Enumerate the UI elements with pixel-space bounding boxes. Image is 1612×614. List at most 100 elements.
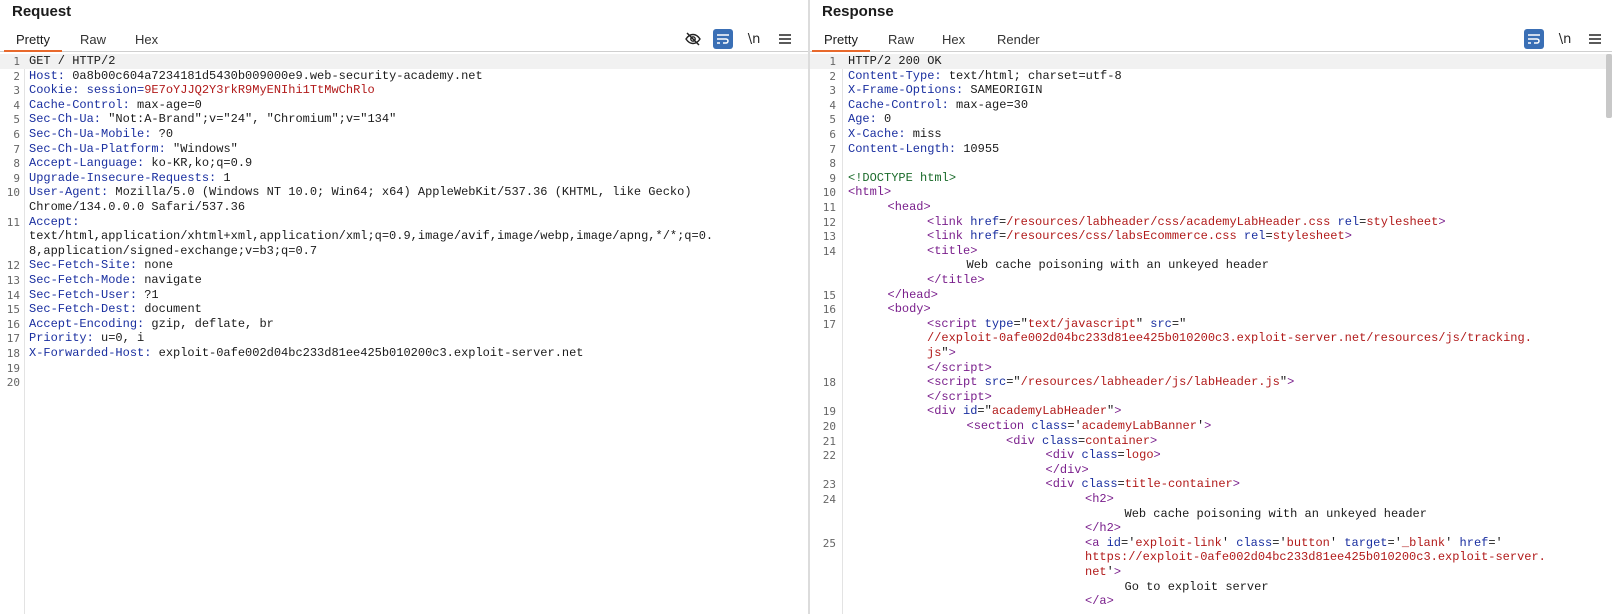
tab-pretty[interactable]: Pretty xyxy=(812,31,870,52)
response-line[interactable]: 24 <h2> xyxy=(810,492,1612,507)
response-line[interactable]: 4 Cache-Control: max-age=30 xyxy=(810,98,1612,113)
line-number: 13 xyxy=(822,230,836,244)
response-line[interactable]: </h2> xyxy=(810,521,1612,536)
response-line[interactable]: Web cache poisoning with an unkeyed head… xyxy=(810,507,1612,522)
response-line[interactable]: 5 Age: 0 xyxy=(810,112,1612,127)
response-line[interactable]: 19 <div id="academyLabHeader"> xyxy=(810,404,1612,419)
response-line[interactable]: </div> xyxy=(810,463,1612,478)
request-code: Upgrade-Insecure-Requests: 1 xyxy=(29,170,231,185)
response-line[interactable]: 22 <div class=logo> xyxy=(810,448,1612,463)
eye-off-icon[interactable] xyxy=(683,29,703,49)
response-line[interactable]: //exploit-0afe002d04bc233d81ee425b010200… xyxy=(810,331,1612,346)
response-line[interactable]: https://exploit-0afe002d04bc233d81ee425b… xyxy=(810,550,1612,565)
newline-toggle-icon[interactable]: \n xyxy=(744,29,764,49)
menu-icon[interactable] xyxy=(1585,29,1605,49)
request-line[interactable]: 16 Accept-Encoding: gzip, deflate, br xyxy=(0,317,808,332)
response-code: <a id='exploit-link' class='button' targ… xyxy=(1085,535,1503,550)
request-code: GET / HTTP/2 xyxy=(29,54,116,68)
response-line[interactable]: 12 <link href=/resources/labheader/css/ac… xyxy=(810,215,1612,230)
response-editor[interactable]: 1 HTTP/2 200 OK 2 Content-Type: text/html; … xyxy=(810,54,1612,614)
response-line[interactable]: </script> xyxy=(810,361,1612,376)
tab-raw[interactable]: Raw xyxy=(68,31,118,50)
response-code: HTTP/2 200 OK xyxy=(848,54,942,68)
request-line[interactable]: 2 Host: 0a8b00c604a7234181d5430b009000e9.… xyxy=(0,69,808,84)
request-line[interactable]: 3 Cookie: session=9E7oYJJQ2Y3rkR9MyENIhi1… xyxy=(0,83,808,98)
line-number: 6 xyxy=(829,128,836,141)
response-line[interactable]: 23 <div class=title-container> xyxy=(810,477,1612,492)
request-line[interactable]: 14 Sec-Fetch-User: ?1 xyxy=(0,288,808,303)
request-line[interactable]: 15 Sec-Fetch-Dest: document xyxy=(0,302,808,317)
response-code: </div> xyxy=(1045,462,1089,477)
response-line[interactable]: 20 <section class='academyLabBanner'> xyxy=(810,419,1612,434)
response-line[interactable]: 21 <div class=container> xyxy=(810,434,1612,449)
tab-raw[interactable]: Raw xyxy=(876,31,926,50)
request-tabs: Pretty Raw Hex \n xyxy=(0,28,808,52)
tab-pretty[interactable]: Pretty xyxy=(4,31,62,52)
request-line[interactable]: 5 Sec-Ch-Ua: "Not:A-Brand";v="24", "Chrom… xyxy=(0,112,808,127)
response-line[interactable]: 3 X-Frame-Options: SAMEORIGIN xyxy=(810,83,1612,98)
tab-hex[interactable]: Hex xyxy=(930,31,977,50)
response-line[interactable]: 10 <html> xyxy=(810,185,1612,200)
response-line[interactable]: 1 HTTP/2 200 OK xyxy=(810,54,1612,69)
request-line[interactable]: 10 User-Agent: Mozilla/5.0 (Windows NT 10… xyxy=(0,185,808,200)
request-line[interactable]: 13 Sec-Fetch-Mode: navigate xyxy=(0,273,808,288)
request-code: Sec-Fetch-Dest: document xyxy=(29,302,202,317)
response-line[interactable]: 14 <title> xyxy=(810,244,1612,259)
request-code: Accept: xyxy=(29,214,80,229)
response-code: Content-Length: 10955 xyxy=(848,141,1000,156)
request-line[interactable]: 18 X-Forwarded-Host: exploit-0afe002d04bc… xyxy=(0,346,808,361)
request-line[interactable]: 12 Sec-Fetch-Site: none xyxy=(0,258,808,273)
line-number: 14 xyxy=(6,288,20,302)
request-line[interactable]: 9 Upgrade-Insecure-Requests: 1 xyxy=(0,171,808,186)
response-code: </title> xyxy=(927,273,985,287)
response-line[interactable]: net'> xyxy=(810,565,1612,580)
request-editor[interactable]: 1 GET / HTTP/2 2 Host: 0a8b00c604a7234181d5… xyxy=(0,54,808,614)
response-line[interactable]: 18 <script src="/resources/labheader/js/l… xyxy=(810,375,1612,390)
response-line[interactable]: Go to exploit server xyxy=(810,580,1612,595)
line-number: 8 xyxy=(13,157,20,171)
response-line[interactable]: </title> xyxy=(810,273,1612,288)
response-line[interactable]: 2 Content-Type: text/html; charset=utf-8 xyxy=(810,69,1612,84)
response-line[interactable]: 8 xyxy=(810,156,1612,171)
response-line[interactable]: 25 <a id='exploit-link' class='button' ta… xyxy=(810,536,1612,551)
request-code: Sec-Ch-Ua-Platform: "Windows" xyxy=(29,141,238,156)
response-line[interactable]: 11 <head> xyxy=(810,200,1612,215)
response-line[interactable]: </a> xyxy=(810,594,1612,609)
line-number: 4 xyxy=(13,98,20,112)
request-line[interactable]: 17 Priority: u=0, i xyxy=(0,331,808,346)
word-wrap-icon[interactable] xyxy=(1524,29,1544,49)
response-line[interactable]: 9 <!DOCTYPE html> xyxy=(810,171,1612,186)
line-number: 8 xyxy=(829,157,836,171)
response-line[interactable]: js"> xyxy=(810,346,1612,361)
response-line[interactable]: 6 X-Cache: miss xyxy=(810,127,1612,142)
vertical-scrollbar[interactable] xyxy=(1606,54,1612,118)
request-line[interactable]: 1 GET / HTTP/2 xyxy=(0,54,808,69)
request-line[interactable]: text/html,application/xhtml+xml,applicat… xyxy=(0,229,808,244)
response-line[interactable]: 7 Content-Length: 10955 xyxy=(810,142,1612,157)
tab-render[interactable]: Render xyxy=(985,31,1052,50)
response-code: <div class=title-container> xyxy=(1045,477,1240,492)
newline-toggle-icon[interactable]: \n xyxy=(1555,29,1575,49)
line-number: 6 xyxy=(13,128,20,141)
request-line[interactable]: 8 Accept-Language: ko-KR,ko;q=0.9 xyxy=(0,156,808,171)
response-line[interactable]: 17 <script type="text/javascript" src=" xyxy=(810,317,1612,332)
menu-icon[interactable] xyxy=(775,29,795,49)
response-line[interactable]: Web cache poisoning with an unkeyed head… xyxy=(810,258,1612,273)
request-line[interactable]: 8,application/signed-exchange;v=b3;q=0.7 xyxy=(0,244,808,259)
request-line[interactable]: 11 Accept: xyxy=(0,215,808,230)
word-wrap-icon[interactable] xyxy=(713,29,733,49)
request-line[interactable]: 6 Sec-Ch-Ua-Mobile: ?0 xyxy=(0,127,808,142)
response-line[interactable]: 16 <body> xyxy=(810,302,1612,317)
line-number: 7 xyxy=(13,142,20,156)
response-line[interactable]: 15 </head> xyxy=(810,288,1612,303)
response-line[interactable]: </script> xyxy=(810,390,1612,405)
response-code: <html> xyxy=(848,185,892,200)
response-line[interactable]: 13 <link href=/resources/css/labsEcommerc… xyxy=(810,229,1612,244)
request-line[interactable]: 4 Cache-Control: max-age=0 xyxy=(0,98,808,113)
request-line[interactable]: Chrome/134.0.0.0 Safari/537.36 xyxy=(0,200,808,215)
request-line[interactable]: 7 Sec-Ch-Ua-Platform: "Windows" xyxy=(0,142,808,157)
response-code: Web cache poisoning with an unkeyed head… xyxy=(1124,506,1427,521)
request-line[interactable]: 20 xyxy=(0,375,808,390)
request-line[interactable]: 19 xyxy=(0,361,808,376)
tab-hex[interactable]: Hex xyxy=(123,31,170,50)
